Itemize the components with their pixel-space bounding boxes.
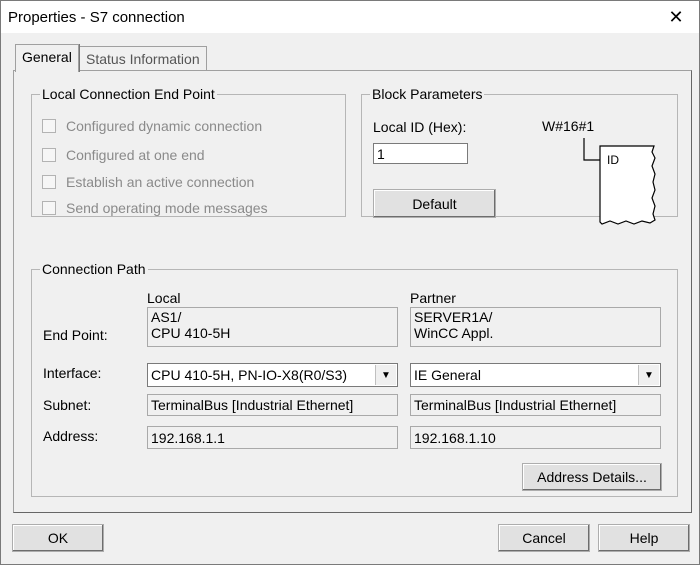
- local-end-point-line1: AS1/: [151, 309, 182, 325]
- block-diagram-value: W#16#1: [542, 118, 595, 134]
- checkbox-label: Send operating mode messages: [66, 200, 268, 216]
- block-parameters-group: Block Parameters Local ID (Hex): Default…: [361, 86, 678, 225]
- block-diagram-id-text: ID: [607, 153, 619, 167]
- checkbox-box[interactable]: [42, 201, 56, 215]
- partner-end-point-line2: WinCC Appl.: [414, 325, 494, 341]
- checkbox-box[interactable]: [42, 119, 56, 133]
- checkbox-box[interactable]: [42, 148, 56, 162]
- connection-path-legend: Connection Path: [42, 261, 146, 277]
- checkbox-configured-dynamic[interactable]: Configured dynamic connection: [42, 118, 262, 134]
- address-details-button[interactable]: Address Details...: [522, 463, 662, 491]
- checkbox-label: Establish an active connection: [66, 174, 255, 190]
- local-end-point-field: AS1/ CPU 410-5H: [147, 307, 398, 347]
- properties-dialog: Properties - S7 connection ✕ General Sta…: [0, 0, 700, 565]
- local-id-input[interactable]: [373, 143, 468, 164]
- help-button[interactable]: Help: [598, 524, 690, 552]
- chevron-down-icon[interactable]: ▼: [375, 365, 396, 385]
- checkbox-label: Configured dynamic connection: [66, 118, 263, 134]
- end-point-label: End Point:: [43, 327, 108, 343]
- local-subnet-field: TerminalBus [Industrial Ethernet]: [147, 394, 398, 416]
- partner-interface-value: IE General: [414, 367, 481, 383]
- local-end-point-line2: CPU 410-5H: [151, 325, 231, 341]
- title-bar: Properties - S7 connection ✕: [1, 1, 699, 33]
- checkbox-operating-mode-messages[interactable]: Send operating mode messages: [42, 200, 268, 216]
- tab-general[interactable]: General: [15, 44, 79, 72]
- partner-interface-select[interactable]: IE General ▼: [410, 363, 661, 387]
- address-label: Address:: [43, 428, 99, 444]
- local-column-header: Local: [147, 290, 181, 306]
- ok-button[interactable]: OK: [12, 524, 104, 552]
- partner-subnet-field: TerminalBus [Industrial Ethernet]: [410, 394, 661, 416]
- window-title: Properties - S7 connection: [8, 9, 185, 26]
- partner-column-header: Partner: [410, 290, 456, 306]
- default-button[interactable]: Default: [373, 189, 496, 218]
- local-end-point-legend: Local Connection End Point: [42, 86, 215, 102]
- connection-path-group: Connection Path Local Partner End Point:…: [31, 261, 678, 497]
- subnet-label: Subnet:: [43, 397, 92, 413]
- checkbox-configured-one-end[interactable]: Configured at one end: [42, 147, 205, 163]
- partner-address-field: 192.168.1.10: [410, 426, 661, 449]
- local-end-point-group: Local Connection End Point Configured dy…: [31, 86, 346, 217]
- interface-label: Interface:: [43, 365, 102, 381]
- tab-panel-general: Local Connection End Point Configured dy…: [13, 70, 692, 513]
- local-id-label: Local ID (Hex):: [373, 119, 467, 135]
- local-interface-select[interactable]: CPU 410-5H, PN-IO-X8(R0/S3) ▼: [147, 363, 398, 387]
- cancel-button[interactable]: Cancel: [498, 524, 590, 552]
- block-parameters-legend: Block Parameters: [372, 86, 483, 102]
- local-interface-value: CPU 410-5H, PN-IO-X8(R0/S3): [151, 367, 348, 383]
- block-diagram-icon: ID: [583, 138, 656, 225]
- tab-status-information[interactable]: Status Information: [79, 46, 207, 71]
- partner-end-point-field: SERVER1A/ WinCC Appl.: [410, 307, 661, 347]
- partner-end-point-line1: SERVER1A/: [414, 309, 493, 325]
- checkbox-box[interactable]: [42, 175, 56, 189]
- checkbox-label: Configured at one end: [66, 147, 205, 163]
- checkbox-active-connection[interactable]: Establish an active connection: [42, 174, 254, 190]
- local-address-field: 192.168.1.1: [147, 426, 398, 449]
- close-icon[interactable]: ✕: [653, 1, 699, 33]
- chevron-down-icon[interactable]: ▼: [638, 365, 659, 385]
